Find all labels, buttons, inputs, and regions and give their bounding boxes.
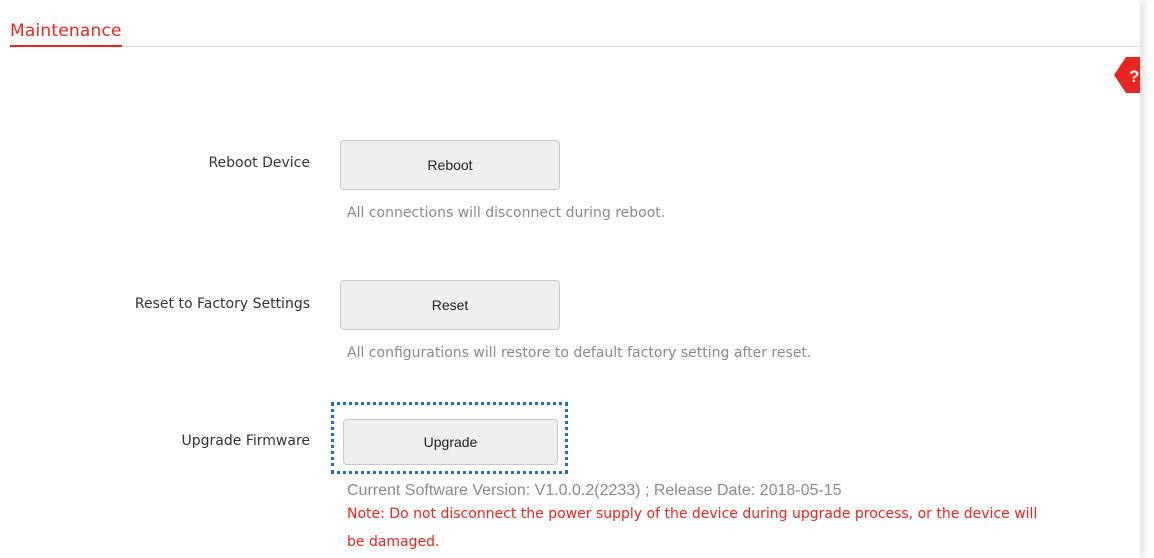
page-header: Maintenance — [10, 0, 1140, 47]
firmware-version-info: Current Software Version: V1.0.0.2(2233)… — [347, 482, 842, 499]
reset-factory-label: Reset to Factory Settings — [134, 296, 310, 312]
reboot-button[interactable]: Reboot — [340, 140, 560, 190]
maintenance-page: Maintenance ? Reboot Device Reboot All c… — [0, 0, 1140, 558]
svg-text:?: ? — [1129, 67, 1139, 86]
upgrade-warning-note: Note: Do not disconnect the power supply… — [347, 506, 1038, 550]
upgrade-button[interactable]: Upgrade — [343, 419, 558, 465]
page-title: Maintenance — [10, 20, 122, 47]
help-question-icon[interactable]: ? — [1114, 57, 1140, 93]
reboot-hint: All connections will disconnect during r… — [347, 205, 666, 221]
reboot-device-label: Reboot Device — [208, 155, 310, 171]
reset-button[interactable]: Reset — [340, 280, 560, 330]
upgrade-firmware-label: Upgrade Firmware — [181, 433, 310, 449]
reset-hint: All configurations will restore to defau… — [347, 345, 812, 361]
